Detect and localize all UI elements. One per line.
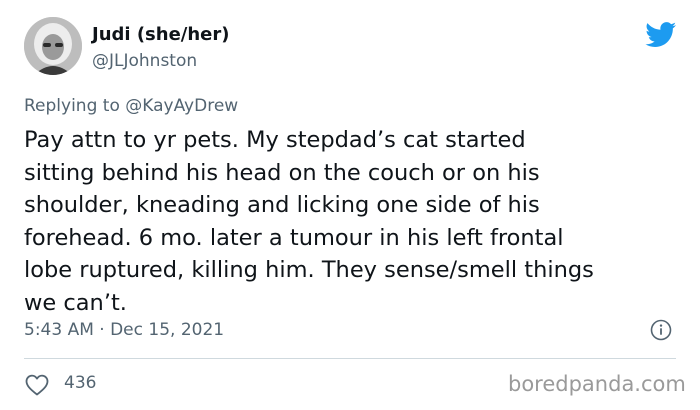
reply-mention-link[interactable]: @KayAyDrew [125, 96, 238, 116]
tweet-text: Pay attn to yr pets. My stepdad’s cat st… [24, 127, 594, 316]
tweet-timestamp[interactable]: 5:43 AM · Dec 15, 2021 [24, 320, 224, 340]
avatar[interactable] [24, 17, 82, 75]
twitter-bird-icon[interactable] [645, 22, 677, 48]
info-icon[interactable] [650, 319, 672, 341]
avatar-photo [24, 17, 82, 75]
divider [24, 358, 676, 359]
replying-to-label: Replying to [24, 96, 126, 116]
author-handle[interactable]: @JLJohnston [92, 51, 197, 71]
heart-icon[interactable] [25, 374, 49, 396]
watermark: boredpanda.com [508, 372, 686, 396]
tweet-card: Judi (she/her) @JLJohnston Replying to @… [0, 0, 700, 410]
replying-to: Replying to @KayAyDrew [24, 96, 238, 116]
like-count: 436 [64, 373, 97, 393]
author-display-name[interactable]: Judi (she/her) [92, 24, 230, 45]
